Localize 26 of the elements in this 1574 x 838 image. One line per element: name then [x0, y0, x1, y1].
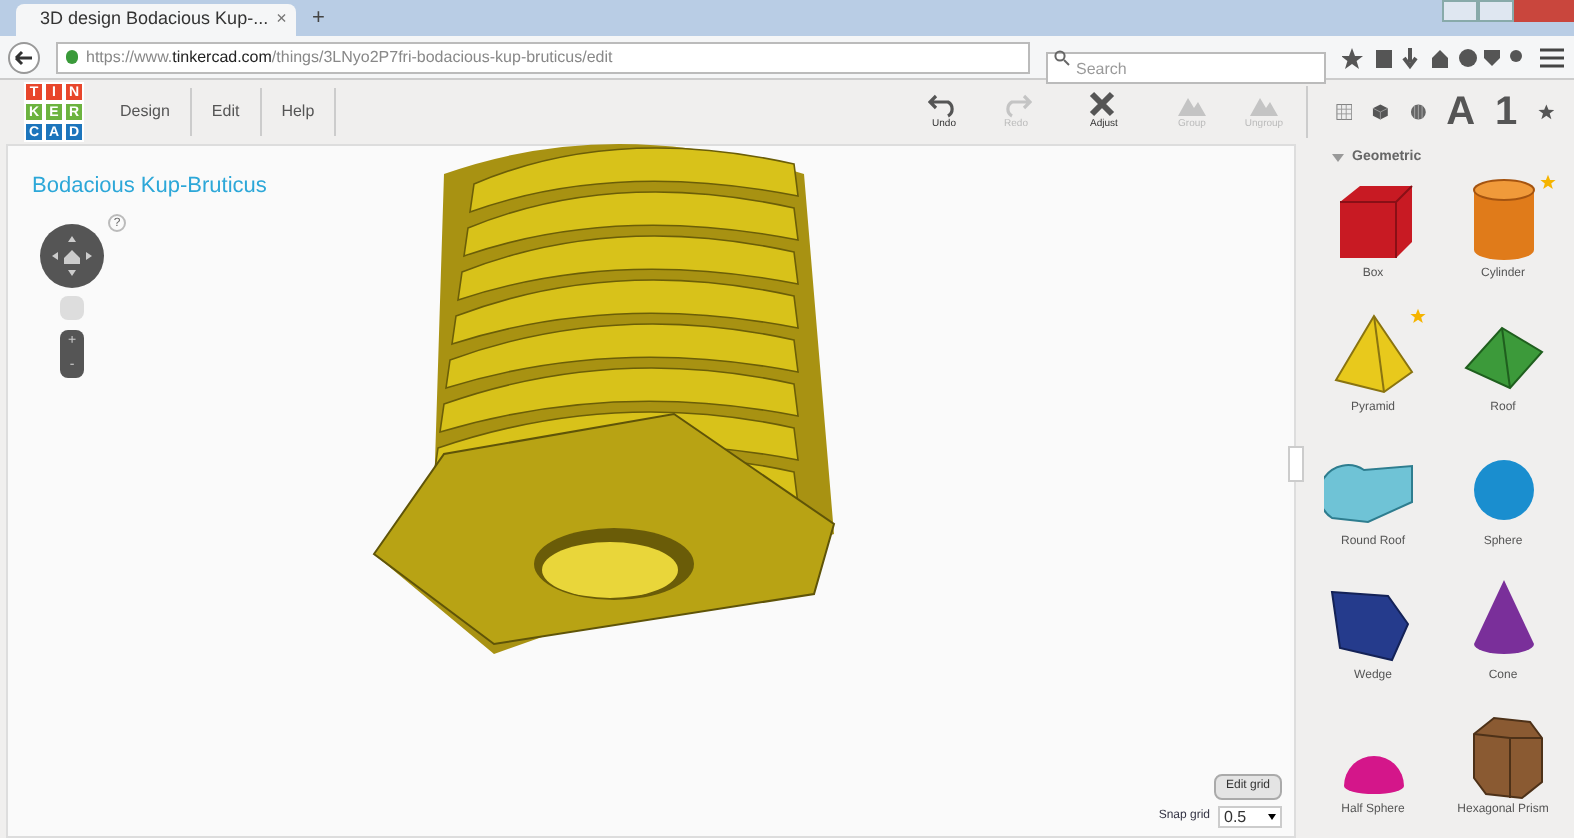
- snap-grid-dropdown[interactable]: 0.5: [1218, 806, 1282, 828]
- view-tool[interactable]: A: [1446, 92, 1476, 132]
- view-tool[interactable]: 1: [1495, 92, 1518, 132]
- menu-item[interactable]: Design: [100, 88, 192, 136]
- menu-item[interactable]: Edit: [191, 88, 262, 136]
- undo-icon: [928, 90, 960, 119]
- dropdown-arrow-icon: [1268, 814, 1276, 820]
- back-icon[interactable]: [8, 41, 40, 73]
- new-tab-button[interactable]: +: [312, 1, 325, 34]
- arrows-home-icon: [50, 233, 94, 277]
- tools-icon: [1088, 90, 1120, 119]
- menu-icon[interactable]: [1538, 45, 1566, 69]
- panel-collapse-handle[interactable]: [1288, 446, 1304, 482]
- half-sphere-shape-icon: [1339, 753, 1407, 793]
- address-bar[interactable]: https://www.tinkercad.com/things/3LNyo2P7fri-bodacious-kup-bruticus/edit: [56, 41, 1030, 73]
- close-icon[interactable]: ×: [276, 6, 287, 34]
- lock-icon: [66, 50, 78, 64]
- collapse-triangle-icon: [1332, 154, 1344, 163]
- tab-title: 3D design Bodacious Kup-...: [40, 6, 269, 33]
- redo-icon: [1000, 90, 1032, 119]
- browser-tab[interactable]: 3D design Bodacious Kup-... ×: [16, 4, 296, 36]
- search-icon: [1054, 49, 1070, 65]
- search-field[interactable]: Search: [1046, 52, 1326, 84]
- menu-item[interactable]: Help: [261, 88, 337, 136]
- url-text: https://www.tinkercad.com/things/3LNyo2P7fri-bodacious-kup-bruticus/edit: [86, 45, 613, 69]
- view-cube-control[interactable]: [40, 223, 104, 287]
